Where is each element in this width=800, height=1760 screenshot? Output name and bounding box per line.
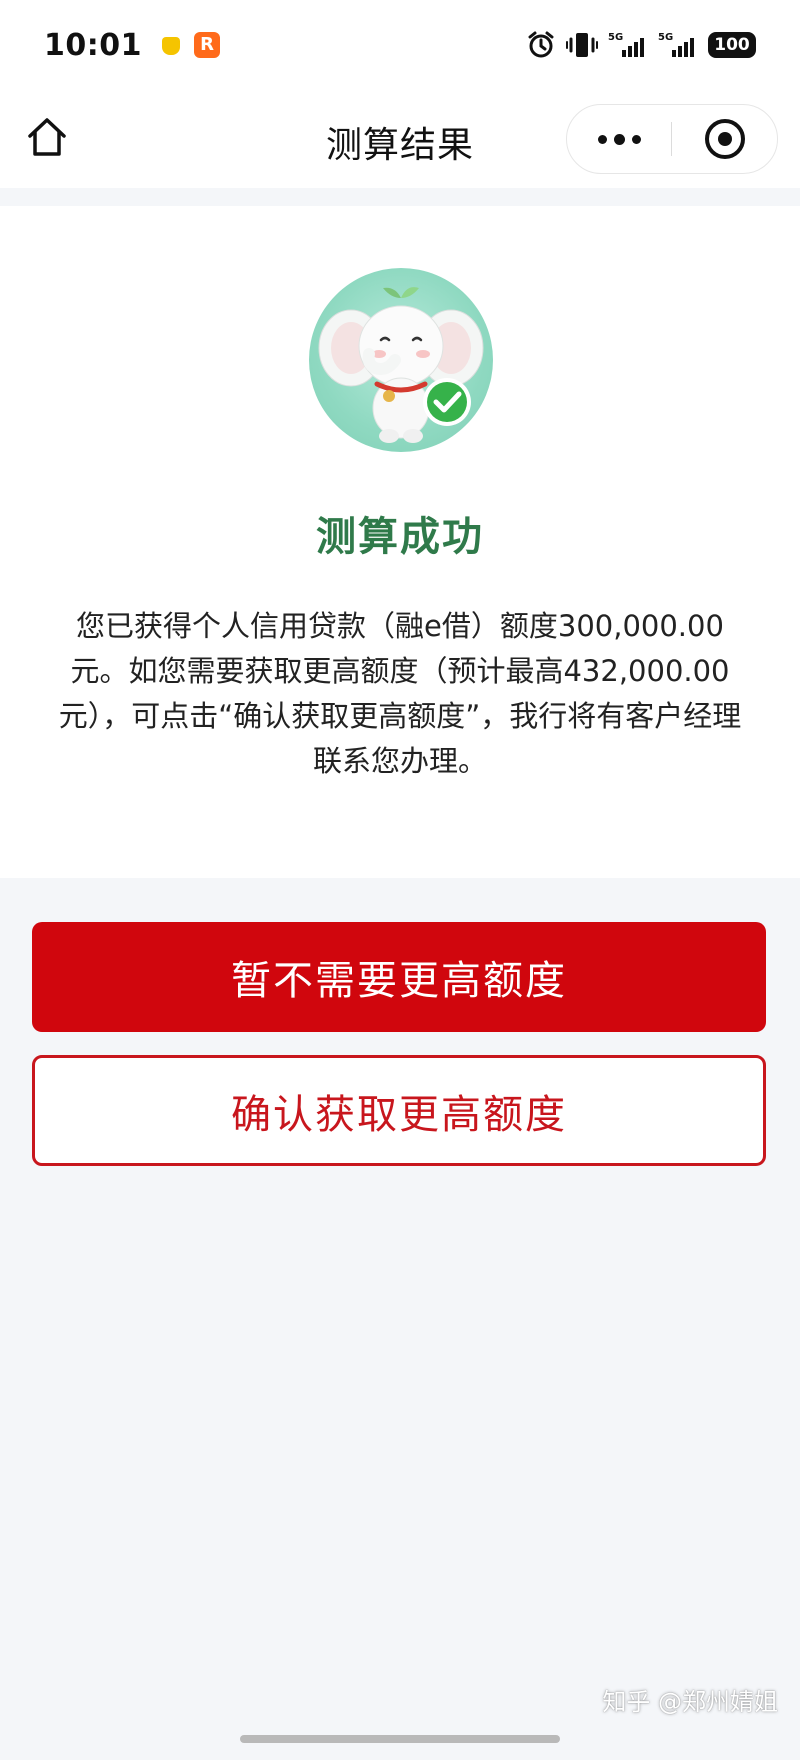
- close-capsule-icon: [704, 119, 745, 159]
- result-description: 您已获得个人信用贷款（融e借）额度300,000.00元。如您需要获取更高额度（…: [58, 609, 742, 778]
- status-bar: 10:01 R 5G 5G 100: [0, 0, 800, 90]
- svg-text:5G: 5G: [658, 32, 673, 43]
- vibrate-icon: [566, 33, 598, 57]
- alarm-icon: [528, 31, 554, 58]
- decline-higher-limit-button[interactable]: 暂不需要更高额度: [32, 922, 766, 1032]
- app-notification-icon: [160, 33, 182, 57]
- confirm-higher-limit-button[interactable]: 确认获取更高额度: [32, 1055, 766, 1166]
- status-right: 5G 5G 100: [526, 30, 756, 60]
- home-indicator[interactable]: [240, 1735, 560, 1743]
- more-dots-icon[interactable]: [567, 105, 671, 173]
- page: 10:01 R 5G 5G 100 测算结果 测算成功 您已获得个人信用贷款（融…: [0, 0, 800, 1760]
- mini-program-capsule: [566, 104, 778, 174]
- watermark: 知乎 @郑州婧姐: [602, 1688, 778, 1716]
- signal-5g-icon: 5G: [658, 32, 694, 57]
- elephant-mascot-check-icon: [309, 268, 493, 452]
- nav-bar: 测算结果: [0, 90, 800, 188]
- signal-5g-icon: 5G: [608, 32, 644, 57]
- result-title: 测算成功: [316, 514, 484, 560]
- svg-text:5G: 5G: [608, 32, 623, 43]
- status-app-icons: R: [160, 32, 220, 58]
- app-r-icon: R: [194, 32, 220, 58]
- battery-indicator: 100: [708, 32, 756, 58]
- result-card: 测算成功 您已获得个人信用贷款（融e借）额度300,000.00元。如您需要获取…: [0, 206, 800, 878]
- close-capsule-button[interactable]: [672, 105, 777, 173]
- status-time: 10:01: [44, 27, 142, 63]
